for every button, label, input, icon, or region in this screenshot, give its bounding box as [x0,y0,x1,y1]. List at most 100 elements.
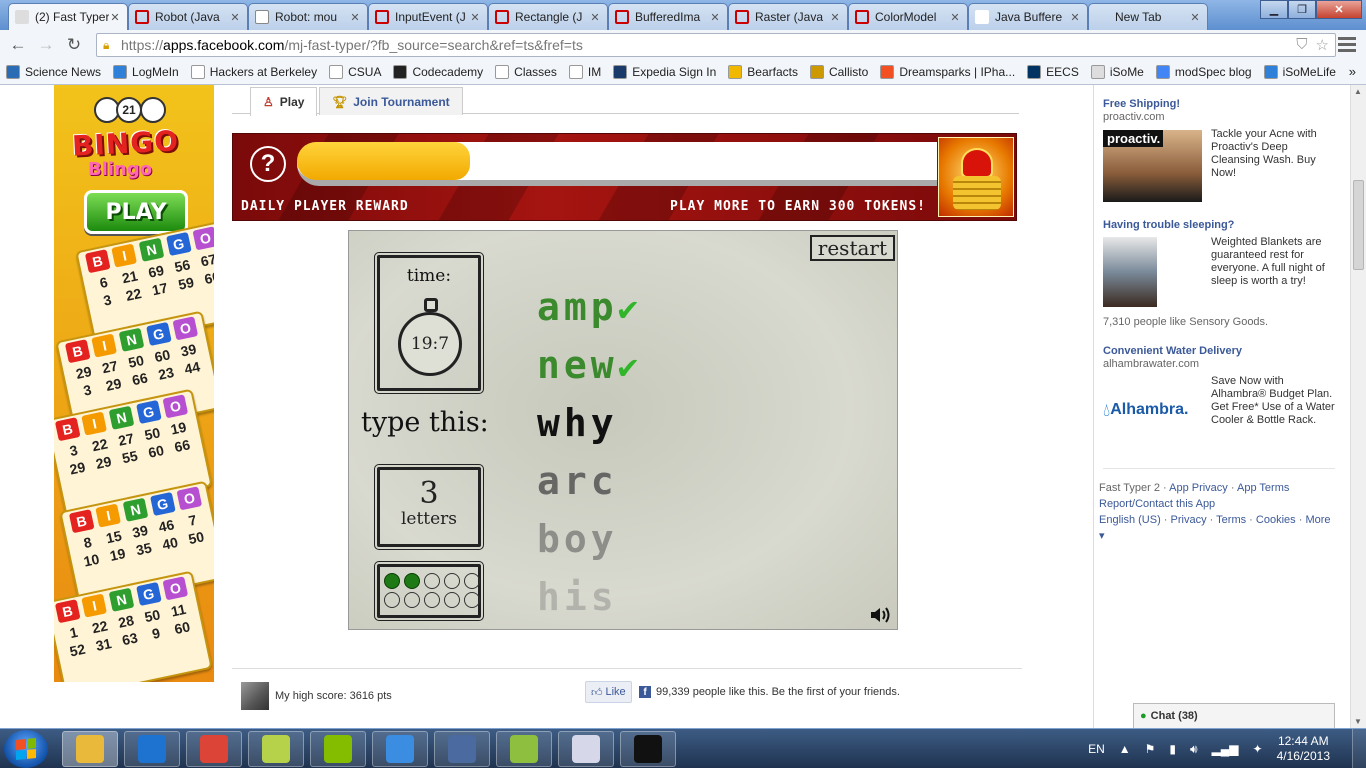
scroll-down-icon[interactable]: ▼ [1354,717,1362,726]
help-icon[interactable]: ? [250,146,286,182]
action-center-flag-icon[interactable]: ⚑ [1145,742,1156,756]
ad-title[interactable]: Having trouble sleeping? [1103,219,1335,231]
like-button[interactable]: 👍︎ Like [585,681,632,703]
browser-tab[interactable]: (2) Fast Typer ✕ [8,3,128,30]
ad-alhambra[interactable]: Convenient Water Delivery alhambrawater.… [1103,345,1335,445]
volume-icon[interactable]: 🔊︎ [1190,742,1198,757]
show-desktop-button[interactable] [1352,729,1366,768]
tab-join-tournament[interactable]: 🏆︎ Join Tournament [319,87,463,115]
close-window-button[interactable]: ✕ [1316,0,1362,19]
chrome-menu-icon[interactable] [1338,35,1356,53]
taskbar-item[interactable] [558,731,614,767]
taskbar-item[interactable] [620,731,676,767]
ad-image[interactable]: 💧︎ Alhambra. [1103,395,1202,425]
restart-button[interactable]: restart [809,235,895,261]
dropbox-icon[interactable]: ✦ [1253,742,1263,756]
taskbar-item[interactable] [310,731,366,767]
network-signal-icon[interactable]: ▂▄▆ [1212,742,1239,756]
browser-tab-title: Robot (Java [155,10,220,24]
footer-link[interactable]: App Terms [1237,482,1289,494]
taskbar-item[interactable] [186,731,242,767]
close-tab-icon[interactable]: ✕ [229,11,241,24]
tray-expand-icon[interactable]: ▲ [1119,742,1131,756]
bingo-play-button[interactable]: PLAY [84,190,188,234]
tab-play[interactable]: ♙ Play [250,87,318,116]
close-tab-icon[interactable]: ✕ [349,11,361,24]
bookmark-item[interactable]: CSUA [329,65,381,79]
browser-tab[interactable]: Java Buffere ✕ [968,3,1088,30]
bookmark-item[interactable]: Bearfacts [728,65,798,79]
ad-sleep[interactable]: Having trouble sleeping? Weighted Blanke… [1103,219,1335,329]
taskbar-item[interactable] [124,731,180,767]
ad-proactiv[interactable]: Free Shipping! proactiv.com proactiv. Ta… [1103,98,1335,208]
bookmark-item[interactable]: Science News [6,65,101,79]
address-bar[interactable]: 🔒︎ https://apps.facebook.com/mj-fast-typ… [96,33,1336,57]
maximize-button[interactable]: ❐ [1288,0,1316,19]
browser-tab[interactable]: Robot: mou ✕ [248,3,368,30]
more-bookmarks-icon[interactable]: » [1349,64,1356,79]
speaker-icon[interactable] [869,605,891,625]
shield-icon[interactable]: ⛉ [1296,36,1307,54]
browser-tab[interactable]: ColorModel ✕ [848,3,968,30]
footer-link[interactable]: App Privacy [1169,482,1228,494]
scroll-up-icon[interactable]: ▲ [1354,87,1362,96]
browser-tab[interactable]: New Tab ✕ [1088,3,1208,30]
bookmark-item[interactable]: Dreamsparks | IPha... [880,65,1015,79]
bookmark-item[interactable]: modSpec blog [1155,65,1252,79]
ad-image[interactable]: proactiv. [1103,130,1202,202]
bookmark-item[interactable]: iSoMeLife [1263,65,1336,79]
bookmark-item[interactable]: Expedia Sign In [613,65,716,79]
close-tab-icon[interactable]: ✕ [709,11,721,24]
close-tab-icon[interactable]: ✕ [469,11,481,24]
minimize-button[interactable]: ▁ [1260,0,1288,19]
browser-tab[interactable]: Rectangle (J ✕ [488,3,608,30]
close-tab-icon[interactable]: ✕ [109,11,121,24]
taskbar-item[interactable] [496,731,552,767]
browser-tab[interactable]: Raster (Java ✕ [728,3,848,30]
scrollbar-thumb[interactable] [1353,180,1364,270]
browser-tab[interactable]: InputEvent (J ✕ [368,3,488,30]
footer-link[interactable]: Terms [1216,514,1246,526]
browser-tab[interactable]: BufferedIma ✕ [608,3,728,30]
taskbar-item[interactable] [62,731,118,767]
footer-link[interactable]: Cookies [1256,514,1296,526]
fast-typer-game[interactable]: restart time: 19:7 type this: 3 letters … [348,230,898,630]
reload-button[interactable]: ↻ [62,33,86,57]
ad-title[interactable]: Convenient Water Delivery [1103,345,1335,357]
bingo-blingo-ad[interactable]: 21 BINGO Blingo PLAY B I N G O 6 21 69 56 67 3 22 17… [54,85,214,682]
footer-link[interactable]: Privacy [1171,514,1207,526]
bookmark-item[interactable]: Classes [495,65,557,79]
close-tab-icon[interactable]: ✕ [949,11,961,24]
ad-image[interactable] [1103,237,1157,307]
taskbar-item[interactable] [248,731,304,767]
page-scrollbar[interactable]: ▲ ▼ [1350,85,1366,728]
battery-icon[interactable]: ▮ [1169,742,1176,756]
chat-bar[interactable]: ● Chat (38) [1133,703,1335,728]
close-tab-icon[interactable]: ✕ [589,11,601,24]
token-gift-icon[interactable] [938,137,1014,217]
forward-button[interactable]: → [34,33,58,57]
footer-link[interactable]: Report/Contact this App [1099,498,1215,510]
bookmark-item[interactable]: iSoMe [1090,65,1144,79]
taskbar-item[interactable] [372,731,428,767]
bookmark-item[interactable]: Callisto [809,65,868,79]
avatar[interactable] [241,682,269,710]
taskbar-item[interactable] [434,731,490,767]
clock[interactable]: 12:44 AM 4/16/2013 [1277,734,1330,764]
bookmark-item[interactable]: Codecademy [393,65,483,79]
bookmark-item[interactable]: EECS [1027,65,1079,79]
close-tab-icon[interactable]: ✕ [1069,11,1081,24]
footer-link[interactable]: English (US) [1099,514,1161,526]
bookmark-star-icon[interactable]: ☆ [1316,36,1329,54]
start-button[interactable] [4,730,48,768]
close-tab-icon[interactable]: ✕ [829,11,841,24]
ad-title[interactable]: Free Shipping! [1103,98,1335,110]
close-tab-icon[interactable]: ✕ [1189,11,1201,24]
footer-link[interactable]: Fast Typer 2 [1099,482,1160,494]
back-button[interactable]: ← [6,33,30,57]
bookmark-item[interactable]: Hackers at Berkeley [190,65,317,79]
browser-tab[interactable]: Robot (Java ✕ [128,3,248,30]
bookmark-item[interactable]: LogMeIn [113,65,179,79]
bookmark-item[interactable]: IM [568,65,601,79]
language-indicator[interactable]: EN [1088,742,1105,756]
